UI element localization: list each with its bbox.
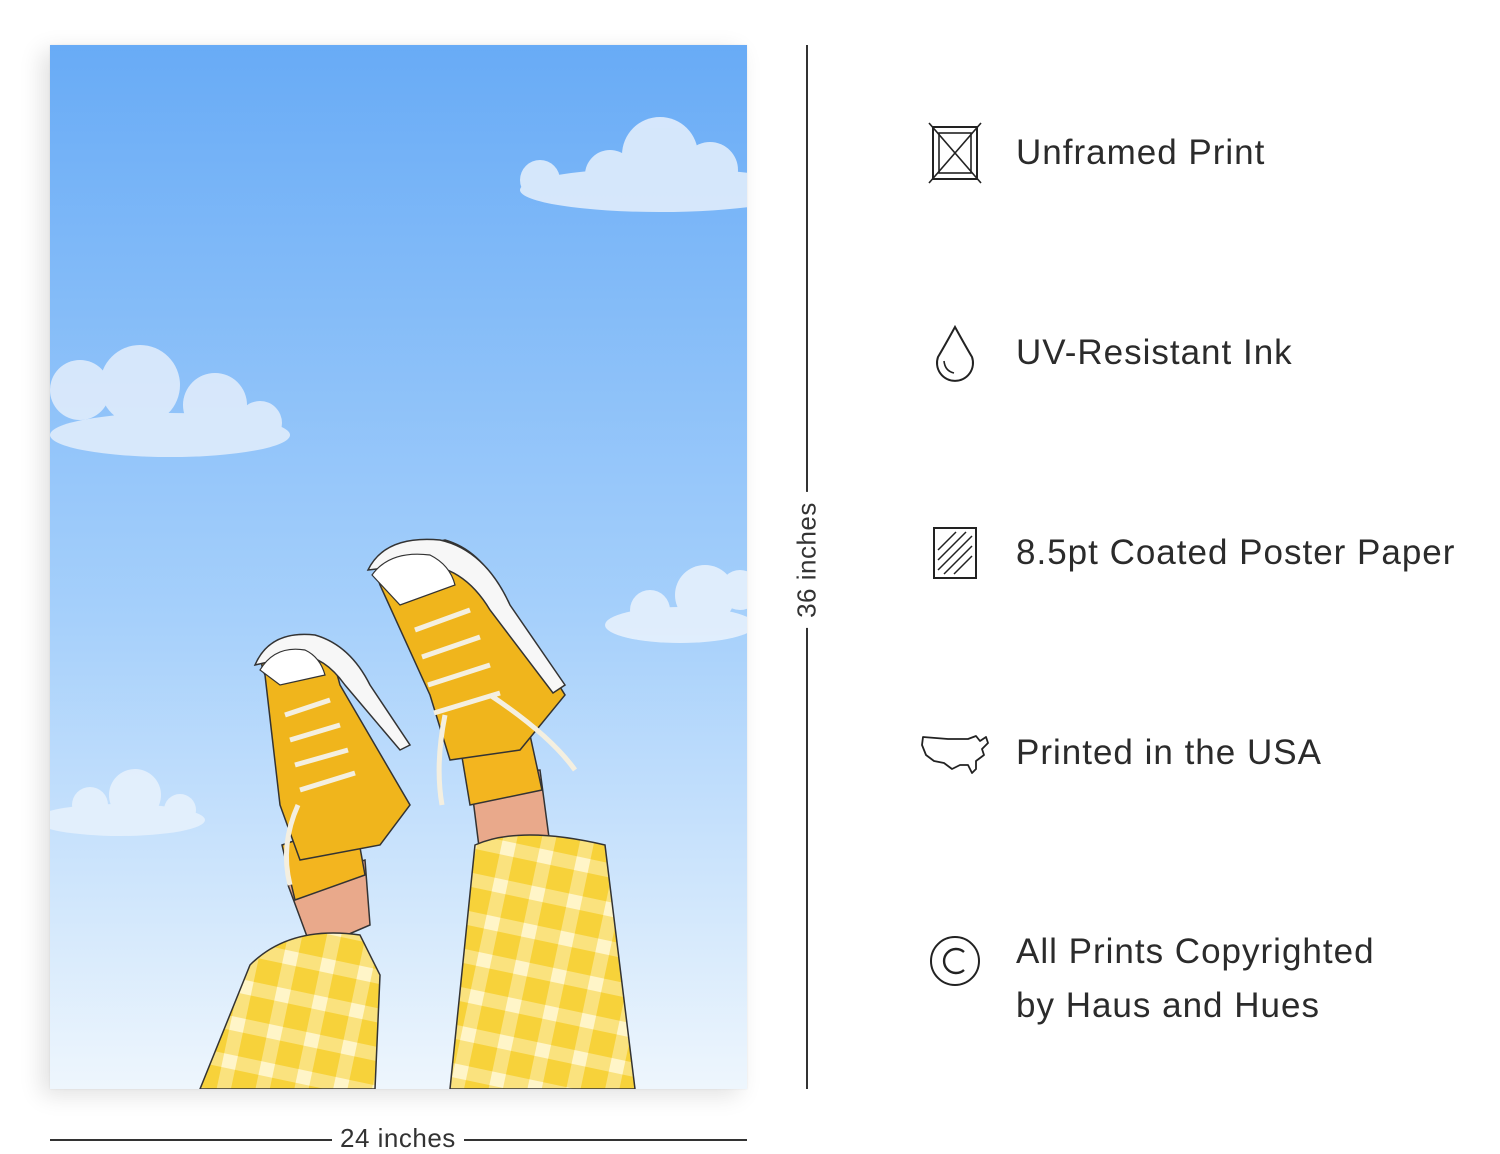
poster-image [50, 45, 747, 1089]
width-dimension-label: 24 inches [332, 1123, 464, 1154]
feature-paper: 8.5pt Coated Poster Paper [920, 508, 1495, 598]
usa-map-icon [920, 718, 990, 788]
poster-artwork [50, 45, 747, 1089]
feature-label: 8.5pt Coated Poster Paper [1016, 533, 1456, 572]
ink-drop-icon [920, 318, 990, 388]
feature-label: All Prints Copyrighted by Haus and Hues [1016, 925, 1375, 1033]
copyright-icon [920, 926, 990, 996]
feature-label: UV-Resistant Ink [1016, 333, 1293, 372]
feature-label: Unframed Print [1016, 133, 1266, 172]
paper-icon [920, 518, 990, 588]
feature-printed-usa: Printed in the USA [920, 708, 1495, 798]
feature-copyright: All Prints Copyrighted by Haus and Hues [920, 924, 1495, 1034]
feature-unframed-print: Unframed Print [920, 108, 1495, 198]
feature-uv-ink: UV-Resistant Ink [920, 308, 1495, 398]
height-dimension-label: 36 inches [791, 492, 823, 628]
feature-label-line1: All Prints Copyrighted [1016, 932, 1375, 971]
feature-label-line2: by Haus and Hues [1016, 986, 1320, 1025]
feature-label: Printed in the USA [1016, 733, 1322, 772]
unframed-icon [920, 118, 990, 188]
